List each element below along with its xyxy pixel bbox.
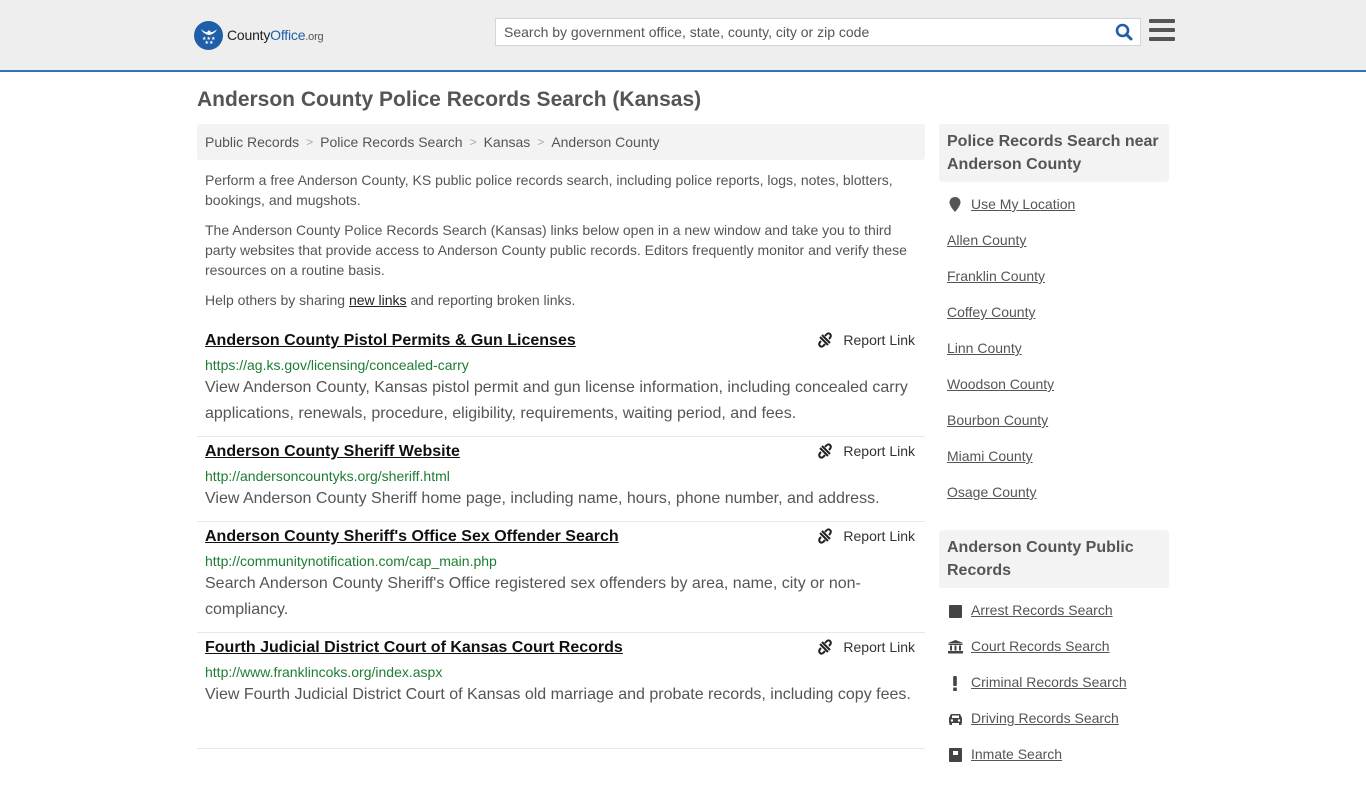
result-description: Search Anderson County Sheriff's Office …	[205, 575, 861, 618]
inmate-search-link[interactable]: Inmate Search	[971, 746, 1062, 762]
map-marker-icon	[947, 196, 963, 214]
breadcrumb-item-public-records[interactable]: Public Records	[205, 134, 299, 150]
report-link-label: Report Link	[843, 443, 915, 459]
report-link-button[interactable]: Report Link	[817, 639, 915, 655]
nearby-heading: Police Records Search near Anderson Coun…	[939, 124, 1169, 182]
hamburger-menu-icon-bar	[1149, 28, 1175, 32]
nearby-county-item: Allen County	[947, 232, 1161, 268]
hamburger-menu-icon-bar	[1149, 37, 1175, 41]
result-description: View Fourth Judicial District Court of K…	[205, 686, 911, 703]
public-records-heading: Anderson County Public Records	[939, 530, 1169, 588]
svg-text:★★: ★★	[204, 40, 213, 46]
arrest-records-link[interactable]: Arrest Records Search	[971, 602, 1113, 618]
nearby-county-link[interactable]: Franklin County	[947, 268, 1045, 284]
nearby-county-item: Osage County	[947, 484, 1161, 520]
result-item: Anderson County Sheriff's Office Sex Off…	[197, 522, 925, 633]
report-link-button[interactable]: Report Link	[817, 332, 915, 348]
public-records-item: Inmate Search	[947, 746, 1161, 782]
result-title-link[interactable]: Anderson County Sheriff Website	[205, 441, 460, 463]
nearby-list: Use My Location Allen County Franklin Co…	[939, 182, 1169, 530]
criminal-records-link[interactable]: Criminal Records Search	[971, 674, 1127, 690]
intro-text: and reporting broken links.	[406, 292, 576, 308]
eagle-stars-badge-icon: ★★★ ★★	[194, 20, 223, 50]
nearby-county-item: Miami County	[947, 448, 1161, 484]
report-link-label: Report Link	[843, 332, 915, 348]
site-header: ★★★ ★★ CountyOffice.org	[0, 0, 1366, 72]
result-url: https://ag.ks.gov/licensing/concealed-ca…	[205, 357, 469, 373]
square-icon	[947, 602, 963, 620]
nearby-county-item: Franklin County	[947, 268, 1161, 304]
courthouse-icon	[947, 638, 963, 656]
nearby-county-link[interactable]: Woodson County	[947, 376, 1054, 392]
report-link-button[interactable]: Report Link	[817, 528, 915, 544]
report-link-label: Report Link	[843, 528, 915, 544]
nearby-county-link[interactable]: Linn County	[947, 340, 1022, 356]
intro: Perform a free Anderson County, KS publi…	[205, 170, 917, 320]
report-link-button[interactable]: Report Link	[817, 443, 915, 459]
nearby-county-link[interactable]: Allen County	[947, 232, 1026, 248]
page-title: Anderson County Police Records Search (K…	[197, 88, 702, 111]
broken-link-icon	[818, 528, 833, 544]
broken-link-icon	[818, 443, 833, 459]
new-links-link[interactable]: new links	[349, 292, 407, 308]
breadcrumb-item-anderson-county[interactable]: Anderson County	[551, 134, 659, 150]
car-icon	[947, 710, 963, 728]
use-my-location-link[interactable]: Use My Location	[971, 196, 1075, 212]
nearby-county-link[interactable]: Bourbon County	[947, 412, 1048, 428]
result-title-link[interactable]: Fourth Judicial District Court of Kansas…	[205, 637, 623, 659]
result-title-link[interactable]: Anderson County Pistol Permits & Gun Lic…	[205, 330, 576, 352]
result-url: http://communitynotification.com/cap_mai…	[205, 553, 497, 569]
broken-link-icon	[818, 332, 833, 348]
exclamation-icon	[947, 674, 963, 692]
public-records-item: Arrest Records Search	[947, 602, 1161, 638]
search-icon	[1115, 23, 1133, 41]
result-description: View Anderson County Sheriff home page, …	[205, 490, 880, 507]
nearby-county-item: Coffey County	[947, 304, 1161, 340]
breadcrumb-item-police-records-search[interactable]: Police Records Search	[320, 134, 462, 150]
intro-paragraph: Help others by sharing new links and rep…	[205, 290, 917, 310]
public-records-item: Court Records Search	[947, 638, 1161, 674]
result-item: Anderson County Pistol Permits & Gun Lic…	[197, 326, 925, 437]
results-list: Anderson County Pistol Permits & Gun Lic…	[197, 326, 925, 749]
result-item: Anderson County Sheriff Website Report L…	[197, 437, 925, 522]
breadcrumb-separator: >	[537, 135, 545, 149]
intro-text: Help others by sharing	[205, 292, 349, 308]
logo-text: CountyOffice.org	[227, 27, 324, 43]
nearby-county-link[interactable]: Miami County	[947, 448, 1033, 464]
nearby-county-item: Linn County	[947, 340, 1161, 376]
driving-records-link[interactable]: Driving Records Search	[971, 710, 1119, 726]
search-button[interactable]	[1108, 19, 1140, 45]
report-link-label: Report Link	[843, 639, 915, 655]
breadcrumb-separator: >	[469, 135, 477, 149]
result-url: http://andersoncountyks.org/sheriff.html	[205, 468, 450, 484]
search-input[interactable]	[496, 19, 1108, 45]
broken-link-icon	[818, 639, 833, 655]
hamburger-menu-icon-bar	[1149, 19, 1175, 23]
nearby-county-item: Bourbon County	[947, 412, 1161, 448]
search-box	[495, 18, 1141, 46]
court-records-link[interactable]: Court Records Search	[971, 638, 1110, 654]
sidebar: Police Records Search near Anderson Coun…	[939, 124, 1169, 792]
nearby-county-link[interactable]: Coffey County	[947, 304, 1035, 320]
site-logo[interactable]: ★★★ ★★ CountyOffice.org	[194, 20, 324, 50]
intro-paragraph: The Anderson County Police Records Searc…	[205, 222, 907, 278]
use-location-item: Use My Location	[947, 196, 1161, 232]
result-title-link[interactable]: Anderson County Sheriff's Office Sex Off…	[205, 526, 619, 548]
public-records-item: Criminal Records Search	[947, 674, 1161, 710]
nearby-county-link[interactable]: Osage County	[947, 484, 1037, 500]
result-item: Fourth Judicial District Court of Kansas…	[197, 633, 925, 749]
nearby-county-item: Woodson County	[947, 376, 1161, 412]
hamburger-menu-button[interactable]	[1149, 19, 1175, 41]
breadcrumb-item-kansas[interactable]: Kansas	[484, 134, 531, 150]
breadcrumb-separator: >	[306, 135, 314, 149]
public-records-item: Driving Records Search	[947, 710, 1161, 746]
breadcrumb: Public Records > Police Records Search >…	[197, 124, 925, 160]
result-url: http://www.franklincoks.org/index.aspx	[205, 664, 443, 680]
result-description: View Anderson County, Kansas pistol perm…	[205, 379, 908, 422]
intro-paragraph: Perform a free Anderson County, KS publi…	[205, 172, 893, 208]
public-records-list: Arrest Records Search Court Records Sear…	[939, 588, 1169, 792]
jail-icon	[947, 746, 963, 764]
